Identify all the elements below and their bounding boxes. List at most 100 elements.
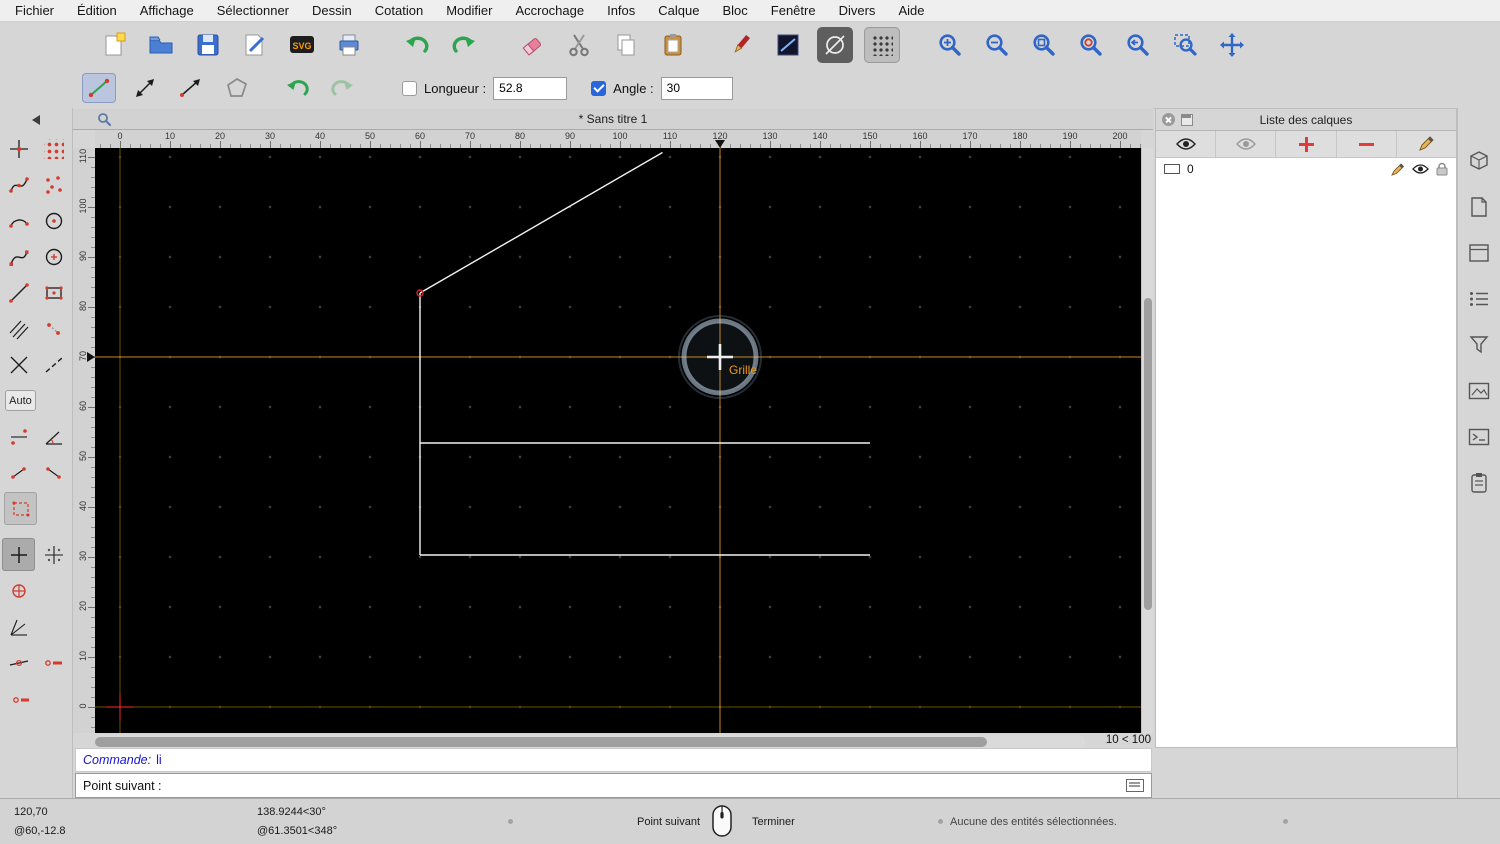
tool-angle-button[interactable] — [37, 420, 70, 453]
vertical-scrollbar[interactable] — [1141, 148, 1153, 733]
dock-window-button[interactable] — [1465, 240, 1493, 266]
tool-circle-button[interactable] — [37, 204, 70, 237]
toggle-all-layers-button[interactable] — [1156, 131, 1217, 157]
horizontal-scrollbar-thumb[interactable] — [95, 736, 987, 747]
tool-arc-button[interactable] — [2, 204, 35, 237]
tool-line-tangent-button[interactable] — [2, 276, 35, 309]
add-layer-button[interactable] — [1276, 131, 1337, 157]
print-preview-button[interactable] — [331, 27, 367, 63]
open-file-button[interactable] — [143, 27, 179, 63]
tool-hatch-button[interactable] — [2, 312, 35, 345]
tool-points-grid-button[interactable] — [37, 132, 70, 165]
zoom-previous-button[interactable] — [1120, 27, 1156, 63]
zoom-redraw-button[interactable] — [1073, 27, 1109, 63]
horizontal-scrollbar[interactable] — [95, 735, 1085, 748]
snap-lock-button[interactable] — [4, 682, 37, 715]
tool-ratio-b-button[interactable] — [37, 456, 70, 489]
dock-preview-button[interactable] — [1465, 378, 1493, 404]
new-file-button[interactable] — [96, 27, 132, 63]
snap-on-entity-button[interactable] — [2, 646, 35, 679]
angle-checkbox[interactable] — [591, 80, 607, 96]
layer-visibility-eye-icon[interactable] — [1412, 163, 1429, 175]
remove-layer-button[interactable] — [1337, 131, 1397, 157]
tool-points-free-button[interactable] — [37, 168, 70, 201]
cut-button[interactable] — [561, 27, 597, 63]
palette-collapse-button[interactable] — [0, 108, 72, 132]
toggle-construction-layers-button[interactable] — [1216, 131, 1277, 157]
zoom-in-button[interactable] — [932, 27, 968, 63]
polyline-button[interactable] — [220, 73, 254, 103]
vertical-scrollbar-thumb[interactable] — [1144, 298, 1152, 610]
tool-bezier-button[interactable] — [2, 240, 35, 273]
menu-item-13[interactable]: Aide — [898, 3, 924, 18]
menu-item-11[interactable]: Fenêtre — [771, 3, 816, 18]
dock-notes-button[interactable] — [1465, 470, 1493, 496]
menu-item-2[interactable]: Affichage — [140, 3, 194, 18]
zoom-pan-button[interactable] — [1214, 27, 1250, 63]
circle-tool-button[interactable] — [817, 27, 853, 63]
attributes-button[interactable] — [770, 27, 806, 63]
pen-edit-button[interactable] — [723, 27, 759, 63]
drawing-canvas[interactable]: Grille — [95, 148, 1141, 733]
line-two-points-button[interactable] — [82, 73, 116, 103]
layer-lock-icon[interactable] — [1436, 162, 1448, 176]
tool-coordinates-button[interactable] — [2, 420, 35, 453]
zoom-auto-button[interactable] — [1026, 27, 1062, 63]
command-widget-toggle-icon[interactable] — [1126, 779, 1144, 792]
edit-layer-button[interactable] — [1397, 131, 1456, 157]
snap-angle-button[interactable] — [2, 610, 35, 643]
dock-library-button[interactable] — [1465, 148, 1493, 174]
command-input[interactable]: Point suivant : — [75, 773, 1152, 798]
menu-item-10[interactable]: Bloc — [722, 3, 747, 18]
undo-segment-button[interactable] — [280, 73, 314, 103]
menu-item-5[interactable]: Cotation — [375, 3, 423, 18]
grid-toggle-button[interactable] — [864, 27, 900, 63]
tool-rect-points-button[interactable] — [37, 276, 70, 309]
menu-item-6[interactable]: Modifier — [446, 3, 492, 18]
tool-select-area-button[interactable] — [4, 492, 37, 525]
snap-grid-button[interactable] — [37, 538, 70, 571]
menu-item-1[interactable]: Édition — [77, 3, 117, 18]
tool-line-dash-button[interactable] — [37, 348, 70, 381]
auto-snap-button[interactable]: Auto — [5, 390, 36, 411]
redo-segment-button[interactable] — [326, 73, 360, 103]
menu-item-9[interactable]: Calque — [658, 3, 699, 18]
menu-item-7[interactable]: Accrochage — [515, 3, 584, 18]
menu-item-12[interactable]: Divers — [839, 3, 876, 18]
layer-edit-pencil-icon[interactable] — [1391, 162, 1405, 176]
zoom-out-button[interactable] — [979, 27, 1015, 63]
tool-point-button[interactable] — [2, 132, 35, 165]
dock-page-setup-button[interactable] — [1465, 194, 1493, 220]
svg-export-button[interactable]: SVG — [284, 27, 320, 63]
tool-spline-button[interactable] — [2, 168, 35, 201]
snap-distance-button[interactable] — [37, 646, 70, 679]
zoom-window-button[interactable] — [1167, 27, 1203, 63]
dock-list-button[interactable] — [1465, 286, 1493, 312]
command-history[interactable]: Commande: li — [75, 748, 1152, 772]
delete-button[interactable] — [514, 27, 550, 63]
menu-item-0[interactable]: Fichier — [15, 3, 54, 18]
line-angle-button[interactable] — [128, 73, 162, 103]
dock-command-button[interactable] — [1465, 424, 1493, 450]
dock-filter-button[interactable] — [1465, 332, 1493, 358]
tool-sequence-points-button[interactable] — [37, 312, 70, 345]
snap-endpoint-button[interactable] — [2, 574, 35, 607]
save-as-button[interactable] — [237, 27, 273, 63]
layer-row[interactable]: 0 — [1156, 158, 1456, 180]
length-checkbox[interactable] — [402, 80, 417, 96]
angle-input[interactable] — [660, 76, 733, 100]
panel-float-icon[interactable] — [1181, 113, 1193, 126]
snap-free-button[interactable] — [2, 538, 35, 571]
tool-line-cross-button[interactable] — [2, 348, 35, 381]
line-horizontal-button[interactable] — [174, 73, 208, 103]
panel-close-icon[interactable] — [1162, 113, 1175, 126]
tool-circle-center-button[interactable] — [37, 240, 70, 273]
copy-button[interactable] — [608, 27, 644, 63]
length-input[interactable] — [493, 76, 568, 100]
menu-item-4[interactable]: Dessin — [312, 3, 352, 18]
menu-item-3[interactable]: Sélectionner — [217, 3, 289, 18]
redo-button[interactable] — [446, 27, 482, 63]
menu-item-8[interactable]: Infos — [607, 3, 635, 18]
tool-ratio-a-button[interactable] — [2, 456, 35, 489]
undo-button[interactable] — [399, 27, 435, 63]
